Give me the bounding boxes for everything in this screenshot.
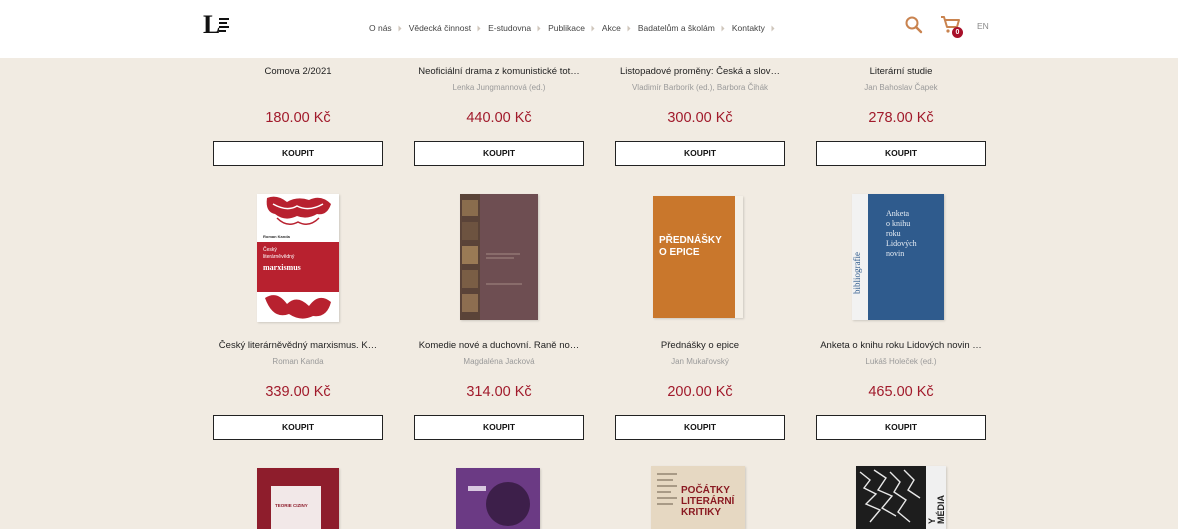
book-cover-marxismus[interactable]: Roman Kanda Český literárněvědný marxism…: [257, 194, 339, 322]
buy-button[interactable]: KOUPIT: [213, 141, 383, 166]
product-price: 440.00 Kč: [466, 110, 532, 126]
cover-title-line: TEORIE CIZINY: [275, 503, 308, 508]
cover-title-line: O EPICE: [659, 247, 700, 258]
search-icon[interactable]: [904, 15, 924, 35]
product-author: Lenka Jungmannová (ed.): [452, 83, 546, 92]
cover-title-line: Český: [263, 247, 277, 253]
nav-item-kontakty[interactable]: Kontakty: [732, 23, 765, 33]
cover-title-line: POČÁTKY: [681, 485, 730, 496]
product-title[interactable]: Český literárněvědný marxismus. K…: [213, 340, 383, 352]
chevron-down-icon: [591, 25, 595, 31]
book-cover-purple[interactable]: [456, 468, 540, 529]
product-card: Neoficiální drama z komunistické tot… Le…: [414, 66, 584, 166]
buy-button[interactable]: KOUPIT: [615, 141, 785, 166]
chevron-down-icon: [537, 25, 541, 31]
cover-title-line: marxismus: [263, 263, 301, 272]
nav-item-badatelum[interactable]: Badatelům a školám: [638, 23, 715, 33]
product-card: Listopadové proměny: Česká a slov… Vladi…: [615, 66, 785, 166]
buy-button[interactable]: KOUPIT: [414, 141, 584, 166]
product-author: Jan Bahoslav Čapek: [864, 83, 938, 92]
site-logo[interactable]: L: [203, 10, 233, 39]
chevron-down-icon: [477, 25, 481, 31]
chevron-down-icon: [627, 25, 631, 31]
product-price: 339.00 Kč: [265, 384, 331, 400]
main-nav: O nás Vědecká činnost E-studovna Publika…: [369, 21, 782, 35]
product-title[interactable]: Komedie nové a duchovní. Raně no…: [414, 340, 584, 352]
product-title[interactable]: Neoficiální drama z komunistické tot…: [414, 66, 584, 78]
product-card: Přednášky o epice Jan Mukařovský 200.00 …: [615, 340, 785, 440]
product-author: [213, 83, 383, 93]
cover-spine-strip: [735, 196, 743, 318]
nav-item-akce[interactable]: Akce: [602, 23, 621, 33]
product-author: Vladimír Barborík (ed.), Barbora Čihák: [631, 83, 769, 92]
product-price: 278.00 Kč: [868, 110, 934, 126]
book-cover-anketa[interactable]: bibliografie Anketa o knihu roku Lidovýc…: [852, 194, 944, 320]
cart-button[interactable]: 0: [940, 15, 966, 39]
nav-item-o-nas[interactable]: O nás: [369, 23, 392, 33]
product-price: 200.00 Kč: [667, 384, 733, 400]
product-title[interactable]: Literární studie: [816, 66, 986, 78]
cover-title-line: PŘEDNÁŠKY: [659, 235, 722, 246]
buy-button[interactable]: KOUPIT: [615, 415, 785, 440]
book-cover-komedie[interactable]: [460, 194, 538, 320]
cover-title-line: roku: [886, 229, 901, 238]
product-price: 465.00 Kč: [868, 384, 934, 400]
buy-button[interactable]: KOUPIT: [816, 141, 986, 166]
cover-title-line: Lidových: [886, 239, 917, 248]
product-author: Jan Mukařovský: [671, 357, 729, 366]
cover-title-line: novin: [886, 249, 905, 258]
product-card: Komedie nové a duchovní. Raně no… Magdal…: [414, 340, 584, 440]
product-card: Anketa o knihu roku Lidových novin … Luk…: [816, 340, 986, 440]
cover-title-line: Anketa: [886, 209, 910, 218]
cover-title-line: literárněvědný: [263, 254, 295, 260]
cover-side-text: bibliografie: [852, 252, 862, 294]
buy-button[interactable]: KOUPIT: [414, 415, 584, 440]
logo-letter: L: [203, 10, 221, 39]
cart-count-badge: 0: [952, 27, 963, 38]
product-author: Magdaléna Jacková: [463, 357, 535, 366]
nav-item-vedecka-cinnost[interactable]: Vědecká činnost: [409, 23, 471, 33]
cover-author: Roman Kanda: [263, 234, 290, 239]
cover-title-line: o knihu: [886, 219, 911, 228]
product-price: 314.00 Kč: [466, 384, 532, 400]
nav-item-publikace[interactable]: Publikace: [548, 23, 585, 33]
book-cover-pocatky[interactable]: POČÁTKY LITERÁRNÍ KRITIKY: [651, 466, 745, 529]
book-cover-teorie-ciziny[interactable]: TEORIE CIZINY: [257, 468, 339, 529]
product-title[interactable]: Přednášky o epice: [615, 340, 785, 352]
product-card: Comova 2/2021 180.00 Kč KOUPIT: [213, 66, 383, 166]
logo-bars: [219, 18, 229, 34]
product-author: Lukáš Holeček (ed.): [865, 357, 937, 366]
cover-title-line: Y MÉDIA: [927, 495, 946, 524]
language-switch[interactable]: EN: [977, 21, 989, 31]
book-cover-media[interactable]: Y MÉDIA: [856, 466, 946, 529]
chevron-down-icon: [721, 25, 725, 31]
cover-title-line: LITERÁRNÍ: [681, 496, 735, 507]
book-cover-epice[interactable]: PŘEDNÁŠKY O EPICE: [653, 196, 743, 318]
product-title[interactable]: Anketa o knihu roku Lidových novin …: [816, 340, 986, 352]
chevron-down-icon: [771, 25, 775, 31]
product-price: 300.00 Kč: [667, 110, 733, 126]
product-card: Literární studie Jan Bahoslav Čapek 278.…: [816, 66, 986, 166]
buy-button[interactable]: KOUPIT: [213, 415, 383, 440]
cover-illustration: [460, 194, 538, 320]
buy-button[interactable]: KOUPIT: [816, 415, 986, 440]
product-card: Český literárněvědný marxismus. K… Roman…: [213, 340, 383, 440]
site-header: L O nás Vědecká činnost E-studovna Publi…: [0, 0, 1178, 58]
product-title[interactable]: Listopadové proměny: Česká a slov…: [615, 66, 785, 78]
product-price: 180.00 Kč: [265, 110, 331, 126]
cover-illustration: [456, 468, 540, 529]
product-author: Roman Kanda: [272, 357, 324, 366]
nav-item-e-studovna[interactable]: E-studovna: [488, 23, 531, 33]
chevron-down-icon: [398, 25, 402, 31]
cover-title-line: KRITIKY: [681, 507, 721, 518]
product-title[interactable]: Comova 2/2021: [213, 66, 383, 78]
